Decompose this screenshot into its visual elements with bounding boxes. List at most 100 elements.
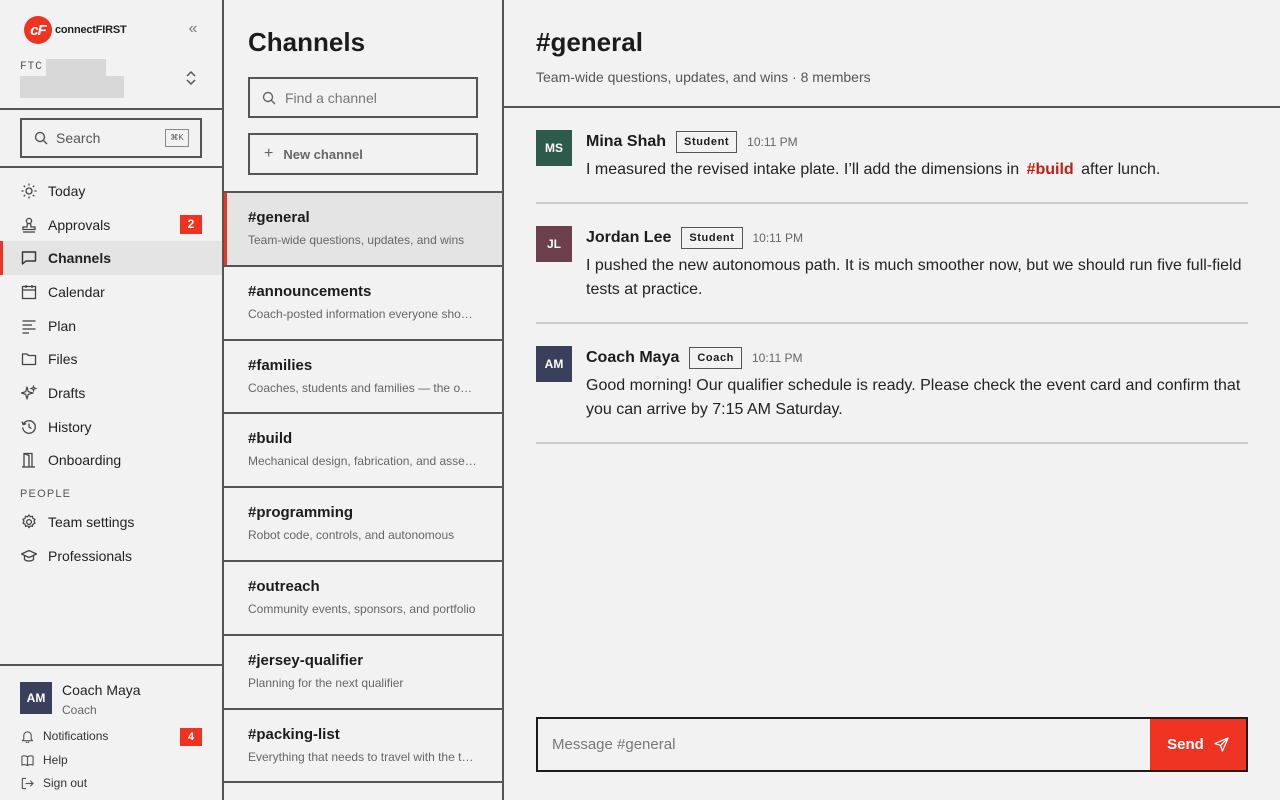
door-icon [20, 451, 38, 469]
channel-item-general[interactable]: #general Team-wide questions, updates, a… [224, 193, 502, 267]
channel-item-packing-list[interactable]: #packing-list Everything that needs to t… [224, 710, 502, 784]
find-channel-placeholder: Find a channel [285, 89, 377, 106]
channel-list-title: Channels [248, 27, 366, 57]
sidebar-item-history[interactable]: History [0, 410, 222, 444]
message-body: Good morning! Our qualifier schedule is … [586, 377, 1241, 418]
channel-description: Team-wide questions, updates, and wins [248, 233, 465, 247]
message-author[interactable]: Mina Shah [586, 133, 666, 151]
channel-title: #general [536, 27, 643, 57]
sparkle-icon [20, 384, 38, 402]
channel-item-programming[interactable]: #programming Robot code, controls, and a… [224, 488, 502, 562]
channel-items: #general Team-wide questions, updates, a… [224, 191, 502, 784]
sidebar-item-label: Channels [48, 250, 112, 267]
channel-description: Community events, sponsors, and portfoli… [248, 601, 476, 616]
channel-item-families[interactable]: #families Coaches, students and families… [224, 341, 502, 415]
sidebar-divider [0, 108, 222, 110]
approvals-count-badge: 2 [180, 214, 202, 234]
send-button[interactable]: Send [1150, 719, 1246, 770]
team-label: FTC [20, 61, 43, 73]
new-channel-button[interactable]: + New channel [248, 133, 478, 175]
message-time: 10:11 PM [752, 231, 803, 245]
search-icon [262, 91, 276, 104]
sidebar-item-label: Onboarding [48, 452, 122, 469]
message-time: 10:11 PM [752, 351, 803, 365]
user-panel: AM Coach Maya Coach Notifications 4 Help… [0, 664, 222, 800]
logo-text: connectFIRST [55, 24, 127, 36]
sidebar-item-today[interactable]: Today [0, 174, 222, 208]
sidebar-item-approvals[interactable]: Approvals 2 [0, 208, 222, 242]
channel-mention-link[interactable]: #build [1027, 161, 1074, 178]
message-input[interactable] [538, 719, 1150, 770]
channel-item-outreach[interactable]: #outreach Community events, sponsors, an… [224, 562, 502, 636]
sidebar-item-files[interactable]: Files [0, 342, 222, 376]
sidebar-nav: Today Approvals 2 Channels Calendar Plan… [0, 174, 222, 477]
send-icon [1214, 737, 1229, 752]
help-link[interactable]: Help [20, 753, 68, 767]
send-label: Send [1167, 736, 1204, 753]
team-switcher[interactable]: FTC [20, 58, 204, 102]
channel-description: Robot code, controls, and autonomous [248, 528, 455, 543]
chat-bubble-icon [20, 249, 38, 267]
channel-name: #packing-list [248, 725, 340, 743]
sidebar: cF connectFIRST « FTC Search ⌘K Today Ap… [0, 0, 224, 800]
channel-item-jersey-qualifier[interactable]: #jersey-qualifier Planning for the next … [224, 636, 502, 710]
sidebar-item-team-settings[interactable]: Team settings [0, 505, 222, 539]
message: AM Coach Maya Coach 10:11 PM Good mornin… [536, 324, 1248, 444]
bell-icon [20, 729, 34, 743]
plus-icon: + [264, 145, 274, 162]
sidebar-item-onboarding[interactable]: Onboarding [0, 444, 222, 478]
message-list: MS Mina Shah Student 10:11 PM I measured… [536, 108, 1248, 444]
chevron-updown-icon [186, 70, 196, 86]
sidebar-item-label: Today [48, 182, 86, 199]
message-body: I measured the revised intake plate. I’l… [586, 158, 1248, 182]
message-composer: Send [536, 717, 1248, 772]
people-section-label: PEOPLE [20, 488, 72, 500]
sidebar-item-label: Calendar [48, 283, 105, 300]
people-nav: Team settings Professionals [0, 505, 222, 572]
stamp-icon [20, 216, 38, 234]
sidebar-item-calendar[interactable]: Calendar [0, 275, 222, 309]
graduation-cap-icon [20, 547, 38, 565]
role-badge: Coach [689, 347, 742, 369]
channel-item-build[interactable]: #build Mechanical design, fabrication, a… [224, 414, 502, 489]
sidebar-item-drafts[interactable]: Drafts [0, 376, 222, 410]
channel-list-panel: Channels Find a channel + New channel #g… [224, 0, 504, 800]
find-channel-input[interactable]: Find a channel [248, 77, 478, 118]
channel-name: #programming [248, 504, 354, 522]
channel-name: #jersey-qualifier [248, 651, 364, 669]
message-author[interactable]: Coach Maya [586, 349, 679, 367]
avatar[interactable]: MS [536, 130, 572, 166]
sign-out-icon [20, 776, 34, 790]
collapse-sidebar-icon[interactable]: « [184, 20, 202, 38]
user-role: Coach [62, 703, 97, 717]
channel-description: Coaches, students and families — the one… [248, 380, 478, 395]
message: MS Mina Shah Student 10:11 PM I measured… [536, 108, 1248, 204]
brand-logo[interactable]: cF connectFIRST [24, 16, 127, 44]
channel-description: Coach-posted information everyone should… [248, 306, 478, 321]
avatar[interactable]: JL [536, 226, 572, 262]
sign-out-link[interactable]: Sign out [20, 776, 87, 790]
redacted-team-number [46, 59, 106, 77]
avatar[interactable]: AM [20, 682, 52, 714]
sidebar-item-professionals[interactable]: Professionals [0, 539, 222, 573]
sidebar-search[interactable]: Search ⌘K [20, 118, 202, 158]
notifications-link[interactable]: Notifications [20, 729, 108, 743]
message-body: I pushed the new autonomous path. It is … [586, 257, 1242, 298]
sidebar-item-channels[interactable]: Channels [0, 241, 222, 276]
message-author[interactable]: Jordan Lee [586, 229, 671, 247]
user-name: Coach Maya [62, 682, 141, 698]
calendar-icon [20, 283, 38, 301]
folder-icon [20, 350, 38, 368]
channel-description: Planning for the next qualifier [248, 675, 404, 690]
channel-item-announcements[interactable]: #announcements Coach-posted information … [224, 267, 502, 341]
search-shortcut: ⌘K [165, 129, 189, 147]
channel-subtitle: Team-wide questions, updates, and wins ·… [536, 69, 871, 85]
help-label: Help [43, 753, 68, 767]
sidebar-item-label: Files [48, 351, 78, 368]
channel-name: #announcements [248, 282, 372, 300]
message-text: I measured the revised intake plate. I’l… [586, 161, 1020, 178]
role-badge: Student [681, 227, 743, 249]
avatar[interactable]: AM [536, 346, 572, 382]
sidebar-item-plan[interactable]: Plan [0, 309, 222, 343]
message: JL Jordan Lee Student 10:11 PM I pushed … [536, 204, 1248, 324]
